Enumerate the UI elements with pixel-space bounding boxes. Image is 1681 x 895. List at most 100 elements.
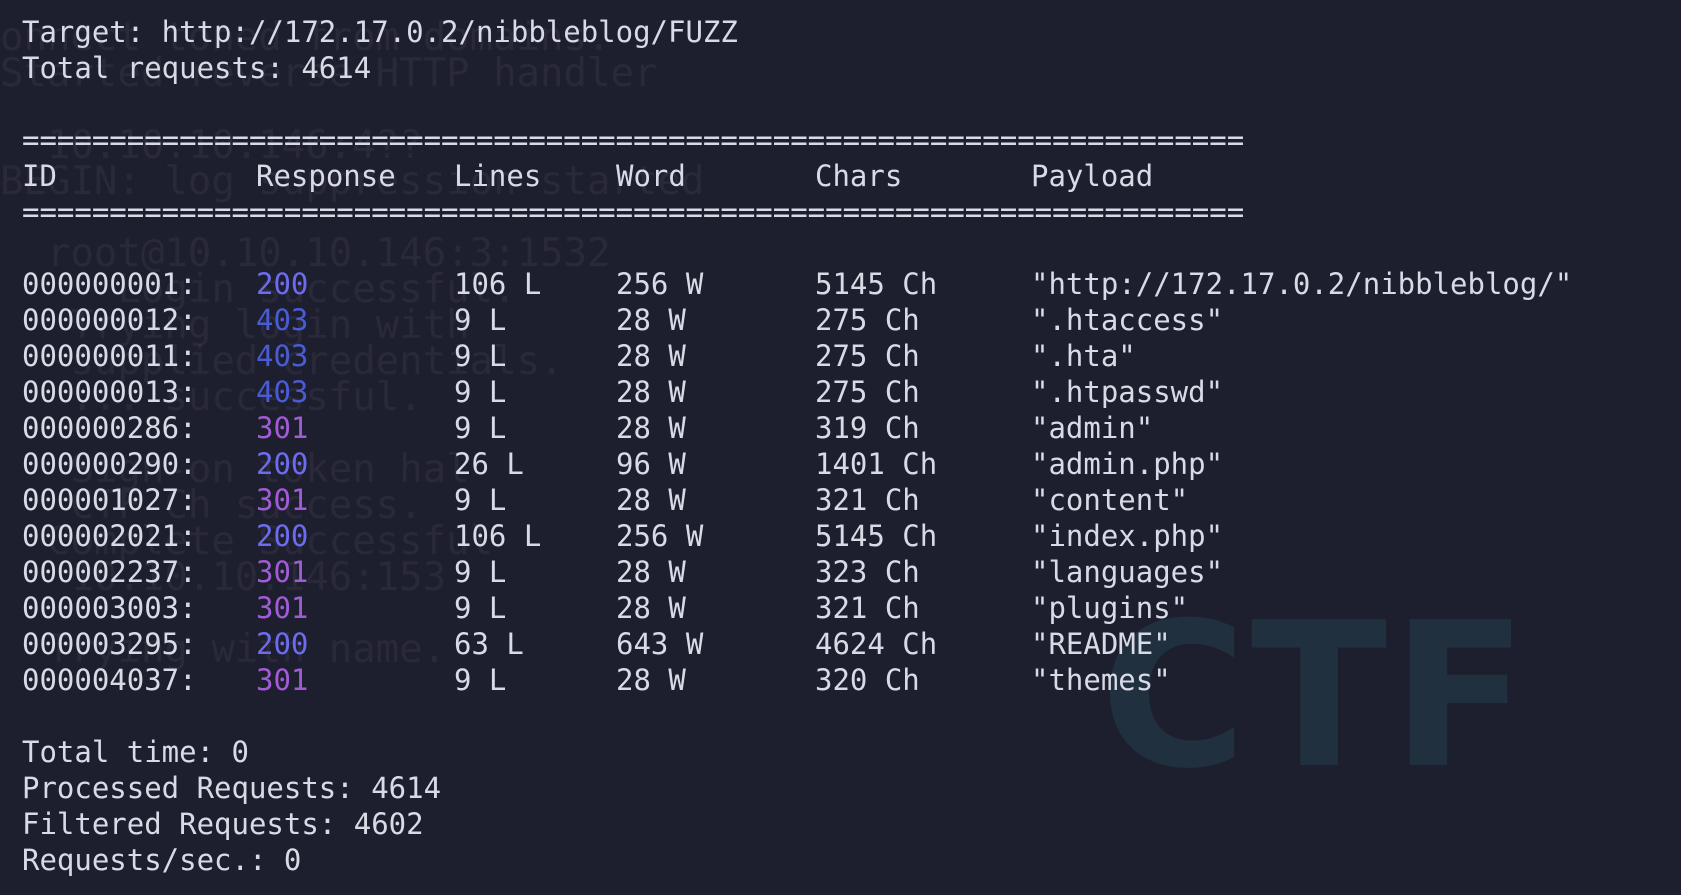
row-word: 28 W <box>616 483 686 517</box>
total-time-line: Total time: 0 <box>22 735 249 769</box>
row-response-code: 301 <box>256 663 309 697</box>
table-row: 000003295: 200 63 L 643 W 4624 Ch "README" <box>22 626 1572 662</box>
row-chars: 319 Ch <box>815 411 920 445</box>
row-word: 28 W <box>616 411 686 445</box>
row-id: 000000286: <box>22 411 197 445</box>
row-lines: 106 L <box>454 267 542 301</box>
row-chars: 321 Ch <box>815 483 920 517</box>
table-rule-bottom: ========================================… <box>22 195 1245 229</box>
row-word: 28 W <box>616 339 686 373</box>
row-payload: "admin.php" <box>1031 447 1224 481</box>
row-response-code: 200 <box>256 627 309 661</box>
row-payload: ".htpasswd" <box>1031 375 1224 409</box>
row-word: 643 W <box>616 627 704 661</box>
row-id: 000002237: <box>22 555 197 589</box>
column-header-payload: Payload <box>1031 159 1154 193</box>
table-row: 000000001: 200 106 L 256 W 5145 Ch "http://17… <box>22 266 1572 302</box>
row-response-code: 301 <box>256 591 309 625</box>
row-word: 256 W <box>616 519 704 553</box>
row-response-code: 403 <box>256 375 309 409</box>
requests-per-sec-line: Requests/sec.: 0 <box>22 843 302 877</box>
terminal-output: Target: http://172.17.0.2/nibbleblog/FUZ… <box>22 14 1572 878</box>
row-id: 000000290: <box>22 447 197 481</box>
row-chars: 275 Ch <box>815 303 920 337</box>
row-payload: "content" <box>1031 483 1189 517</box>
table-row: 000000012: 403 9 L 28 W 275 Ch ".htaccess" <box>22 302 1572 338</box>
row-word: 28 W <box>616 663 686 697</box>
row-response-code: 301 <box>256 555 309 589</box>
row-payload: "README" <box>1031 627 1171 661</box>
row-lines: 9 L <box>454 663 507 697</box>
row-id: 000003003: <box>22 591 197 625</box>
row-id: 000002021: <box>22 519 197 553</box>
table-row: 000004037: 301 9 L 28 W 320 Ch "themes" <box>22 662 1572 698</box>
column-header-response: Response <box>256 159 396 193</box>
row-chars: 320 Ch <box>815 663 920 697</box>
row-response-code: 200 <box>256 267 309 301</box>
row-word: 96 W <box>616 447 686 481</box>
table-row: 000000011: 403 9 L 28 W 275 Ch ".hta" <box>22 338 1572 374</box>
column-header-word: Word <box>616 159 686 193</box>
row-response-code: 403 <box>256 303 309 337</box>
row-response-code: 403 <box>256 339 309 373</box>
row-lines: 63 L <box>454 627 524 661</box>
column-header-lines: Lines <box>454 159 542 193</box>
row-word: 28 W <box>616 303 686 337</box>
row-lines: 106 L <box>454 519 542 553</box>
table-header-row: ID Response Lines Word Chars Payload <box>22 158 1572 194</box>
row-id: 000000001: <box>22 267 197 301</box>
target-line: Target: http://172.17.0.2/nibbleblog/FUZ… <box>22 15 738 49</box>
total-requests-line: Total requests: 4614 <box>22 51 372 85</box>
column-header-id: ID <box>22 159 57 193</box>
table-row: 000000013: 403 9 L 28 W 275 Ch ".htpasswd" <box>22 374 1572 410</box>
table-row: 000001027: 301 9 L 28 W 321 Ch "content" <box>22 482 1572 518</box>
filtered-requests-line: Filtered Requests: 4602 <box>22 807 424 841</box>
row-chars: 275 Ch <box>815 339 920 373</box>
row-chars: 1401 Ch <box>815 447 938 481</box>
row-lines: 9 L <box>454 339 507 373</box>
table-row: 000003003: 301 9 L 28 W 321 Ch "plugins" <box>22 590 1572 626</box>
row-lines: 9 L <box>454 555 507 589</box>
row-lines: 9 L <box>454 375 507 409</box>
row-chars: 5145 Ch <box>815 519 938 553</box>
row-word: 256 W <box>616 267 704 301</box>
row-response-code: 200 <box>256 447 309 481</box>
row-lines: 9 L <box>454 483 507 517</box>
row-lines: 9 L <box>454 591 507 625</box>
row-payload: "index.php" <box>1031 519 1224 553</box>
row-response-code: 200 <box>256 519 309 553</box>
table-row: 000000286: 301 9 L 28 W 319 Ch "admin" <box>22 410 1572 446</box>
row-payload: ".hta" <box>1031 339 1136 373</box>
row-id: 000000013: <box>22 375 197 409</box>
row-payload: ".htaccess" <box>1031 303 1224 337</box>
table-rule-top: ========================================… <box>22 123 1245 157</box>
row-id: 000004037: <box>22 663 197 697</box>
row-payload: "admin" <box>1031 411 1154 445</box>
row-id: 000000012: <box>22 303 197 337</box>
row-payload: "languages" <box>1031 555 1224 589</box>
row-lines: 26 L <box>454 447 524 481</box>
row-id: 000003295: <box>22 627 197 661</box>
row-lines: 9 L <box>454 411 507 445</box>
row-chars: 321 Ch <box>815 591 920 625</box>
processed-requests-line: Processed Requests: 4614 <box>22 771 442 805</box>
row-payload: "themes" <box>1031 663 1171 697</box>
results-table-body: 000000001: 200 106 L 256 W 5145 Ch "http://17… <box>22 266 1572 698</box>
row-payload: "http://172.17.0.2/nibbleblog/" <box>1031 267 1573 301</box>
column-header-chars: Chars <box>815 159 903 193</box>
row-response-code: 301 <box>256 411 309 445</box>
row-payload: "plugins" <box>1031 591 1189 625</box>
table-row: 000002237: 301 9 L 28 W 323 Ch "languages" <box>22 554 1572 590</box>
row-id: 000000011: <box>22 339 197 373</box>
row-id: 000001027: <box>22 483 197 517</box>
table-row: 000000290: 200 26 L 96 W 1401 Ch "admin.php" <box>22 446 1572 482</box>
row-chars: 275 Ch <box>815 375 920 409</box>
table-row: 000002021: 200 106 L 256 W 5145 Ch "index.php… <box>22 518 1572 554</box>
row-word: 28 W <box>616 591 686 625</box>
row-chars: 5145 Ch <box>815 267 938 301</box>
row-response-code: 301 <box>256 483 309 517</box>
row-chars: 4624 Ch <box>815 627 938 661</box>
row-chars: 323 Ch <box>815 555 920 589</box>
row-lines: 9 L <box>454 303 507 337</box>
row-word: 28 W <box>616 375 686 409</box>
